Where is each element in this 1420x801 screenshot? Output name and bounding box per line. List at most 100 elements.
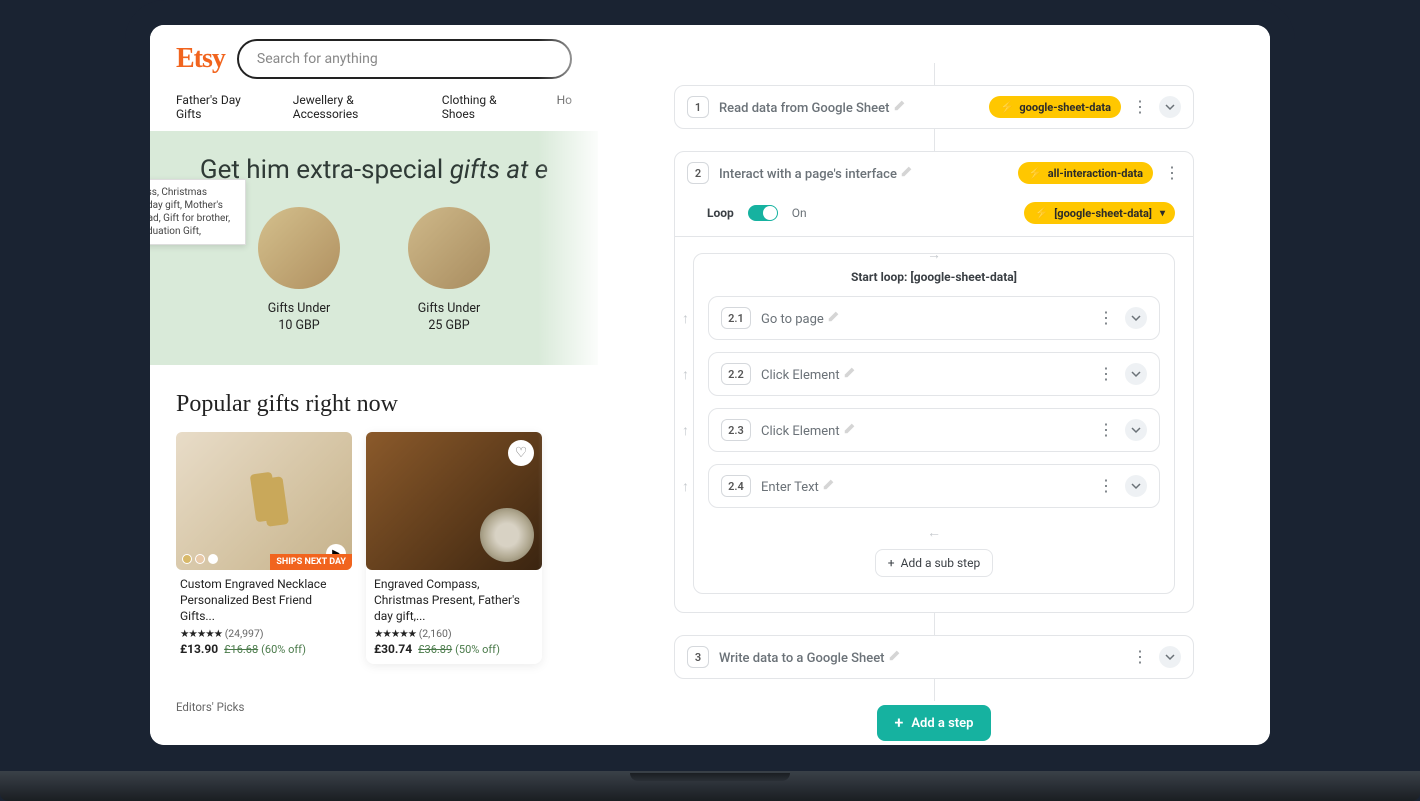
- step-card: 3 Write data to a Google Sheet ⋮: [674, 635, 1194, 679]
- sub-step-title: Click Element: [761, 421, 1087, 439]
- add-sub-step-button[interactable]: +Add a sub step: [875, 549, 993, 577]
- step-title: Read data from Google Sheet: [719, 98, 979, 116]
- laptop-frame: Etsy Search for anything Father's Day Gi…: [125, 0, 1295, 770]
- product-card[interactable]: ♡ Engraved Compass, Christmas Present, F…: [366, 432, 542, 665]
- product-title: Custom Engraved Necklace Personalized Be…: [176, 570, 352, 625]
- product-card[interactable]: ▶ SHIPS NEXT DAY Custom Engraved Necklac…: [176, 432, 352, 665]
- sub-step-title: Enter Text: [761, 477, 1087, 495]
- sub-step-row: ↑ 2.3 Click Element ⋮: [708, 408, 1160, 452]
- more-menu-icon[interactable]: ⋮: [1097, 422, 1115, 438]
- loop-body: → Start loop: [google-sheet-data] ↑ 2.1 …: [675, 236, 1193, 612]
- loop-toggle[interactable]: [748, 205, 778, 221]
- arrow-up-icon: ↑: [682, 478, 689, 495]
- arrow-up-icon: ↑: [682, 422, 689, 439]
- sub-step-number: 2.4: [721, 475, 751, 497]
- etsy-logo[interactable]: Etsy: [176, 43, 225, 75]
- workflow-column: 1 Read data from Google Sheet ⚡google-sh…: [618, 63, 1250, 741]
- workflow-builder-pane: 1 Read data from Google Sheet ⚡google-sh…: [598, 25, 1270, 745]
- chevron-down-icon: ▾: [1160, 208, 1165, 219]
- edit-icon[interactable]: [827, 309, 841, 323]
- step-number-badge: 1: [687, 96, 709, 118]
- loop-settings-row: Loop On ⚡[google-sheet-data]▾: [675, 194, 1193, 236]
- plug-icon: ⚡: [1034, 206, 1049, 220]
- nav-item[interactable]: Clothing & Shoes: [442, 93, 523, 121]
- gift-thumbnail: [408, 207, 490, 289]
- edit-icon[interactable]: [888, 648, 902, 662]
- step-card: 2 Interact with a page's interface ⚡all-…: [674, 151, 1194, 613]
- color-swatch-dots[interactable]: [182, 554, 218, 564]
- more-menu-icon[interactable]: ⋮: [1131, 99, 1149, 115]
- step-header: 2 Interact with a page's interface ⚡all-…: [675, 152, 1193, 194]
- toggle-state-label: On: [792, 206, 807, 220]
- sub-step-card: 2.2 Click Element ⋮: [708, 352, 1160, 396]
- product-price: £13.90 £16.68 (60% off): [176, 640, 352, 656]
- more-menu-icon[interactable]: ⋮: [1097, 310, 1115, 326]
- add-step-button[interactable]: + Add a step: [877, 705, 992, 741]
- nav-item[interactable]: Ho: [557, 93, 572, 121]
- gift-thumbnail: [258, 207, 340, 289]
- arrow-right-icon: →: [927, 246, 941, 263]
- more-menu-icon[interactable]: ⋮: [1097, 478, 1115, 494]
- sub-step-number: 2.3: [721, 419, 751, 441]
- loop-label: Loop: [707, 206, 734, 220]
- expand-toggle[interactable]: [1159, 96, 1181, 118]
- edit-icon[interactable]: [893, 98, 907, 112]
- data-source-pill[interactable]: ⚡google-sheet-data: [989, 96, 1121, 118]
- plug-icon: ⚡: [1028, 166, 1043, 180]
- screen: Etsy Search for anything Father's Day Gi…: [150, 25, 1270, 745]
- nav-item[interactable]: Jewellery & Accessories: [293, 93, 408, 121]
- sub-step-title: Click Element: [761, 365, 1087, 383]
- browser-preview-pane: Etsy Search for anything Father's Day Gi…: [150, 25, 598, 745]
- expand-toggle[interactable]: [1125, 475, 1147, 497]
- expand-toggle[interactable]: [1125, 307, 1147, 329]
- sub-step-card: 2.4 Enter Text ⋮: [708, 464, 1160, 508]
- step-card: 1 Read data from Google Sheet ⚡google-sh…: [674, 85, 1194, 129]
- connector-line: [934, 613, 935, 635]
- sub-step-row: ↑ 2.1 Go to page ⋮: [708, 296, 1160, 340]
- sub-step-row: ↑ 2.4 Enter Text ⋮: [708, 464, 1160, 508]
- edit-icon[interactable]: [900, 164, 914, 178]
- search-input[interactable]: Search for anything: [237, 39, 572, 79]
- step-title: Interact with a page's interface: [719, 164, 1008, 182]
- hover-tooltip: Engraved Compass, Christmas Present, Fat…: [150, 179, 246, 245]
- product-price: £30.74 £36.89 (50% off): [366, 640, 542, 656]
- arrow-up-icon: ↑: [682, 310, 689, 327]
- loop-frame: → Start loop: [google-sheet-data] ↑ 2.1 …: [693, 253, 1175, 594]
- product-grid: ▶ SHIPS NEXT DAY Custom Engraved Necklac…: [150, 432, 598, 665]
- more-menu-icon[interactable]: ⋮: [1131, 649, 1149, 665]
- hero-banner: Get him extra-special gifts at e Engrave…: [150, 131, 598, 365]
- section-heading: Popular gifts right now: [150, 365, 598, 432]
- step-number-badge: 2: [687, 162, 709, 184]
- favorite-icon[interactable]: ♡: [508, 440, 534, 466]
- laptop-base: [0, 771, 1420, 801]
- sub-step-title: Go to page: [761, 309, 1087, 327]
- edit-icon[interactable]: [843, 365, 857, 379]
- edit-icon[interactable]: [843, 421, 857, 435]
- arrow-up-icon: ↑: [682, 366, 689, 383]
- gift-category[interactable]: Gifts Under10 GBP: [244, 207, 354, 335]
- connector-line: [934, 63, 935, 85]
- more-menu-icon[interactable]: ⋮: [1163, 165, 1181, 181]
- expand-toggle[interactable]: [1159, 646, 1181, 668]
- product-rating: ★★★★★ (24,997): [176, 624, 352, 640]
- data-source-pill[interactable]: ⚡all-interaction-data: [1018, 162, 1153, 184]
- expand-toggle[interactable]: [1125, 363, 1147, 385]
- sub-step-number: 2.2: [721, 363, 751, 385]
- nav-item[interactable]: Father's Day Gifts: [176, 93, 259, 121]
- connector-line: [934, 679, 935, 701]
- expand-toggle[interactable]: [1125, 419, 1147, 441]
- shipping-badge: SHIPS NEXT DAY: [270, 554, 352, 570]
- step-number-badge: 3: [687, 646, 709, 668]
- step-title: Write data to a Google Sheet: [719, 648, 1121, 666]
- plus-icon: +: [895, 715, 904, 731]
- sub-step-card: 2.3 Click Element ⋮: [708, 408, 1160, 452]
- gift-category[interactable]: Gifts Under25 GBP: [394, 207, 504, 335]
- product-title: Engraved Compass, Christmas Present, Fat…: [366, 570, 542, 625]
- edit-icon[interactable]: [822, 477, 836, 491]
- loop-data-pill[interactable]: ⚡[google-sheet-data]▾: [1024, 202, 1175, 224]
- more-menu-icon[interactable]: ⋮: [1097, 366, 1115, 382]
- product-rating: ★★★★★ (2,160): [366, 624, 542, 640]
- sub-step-row: ↑ 2.2 Click Element ⋮: [708, 352, 1160, 396]
- add-sub-step-row: +Add a sub step: [708, 545, 1160, 577]
- sub-step-card: 2.1 Go to page ⋮: [708, 296, 1160, 340]
